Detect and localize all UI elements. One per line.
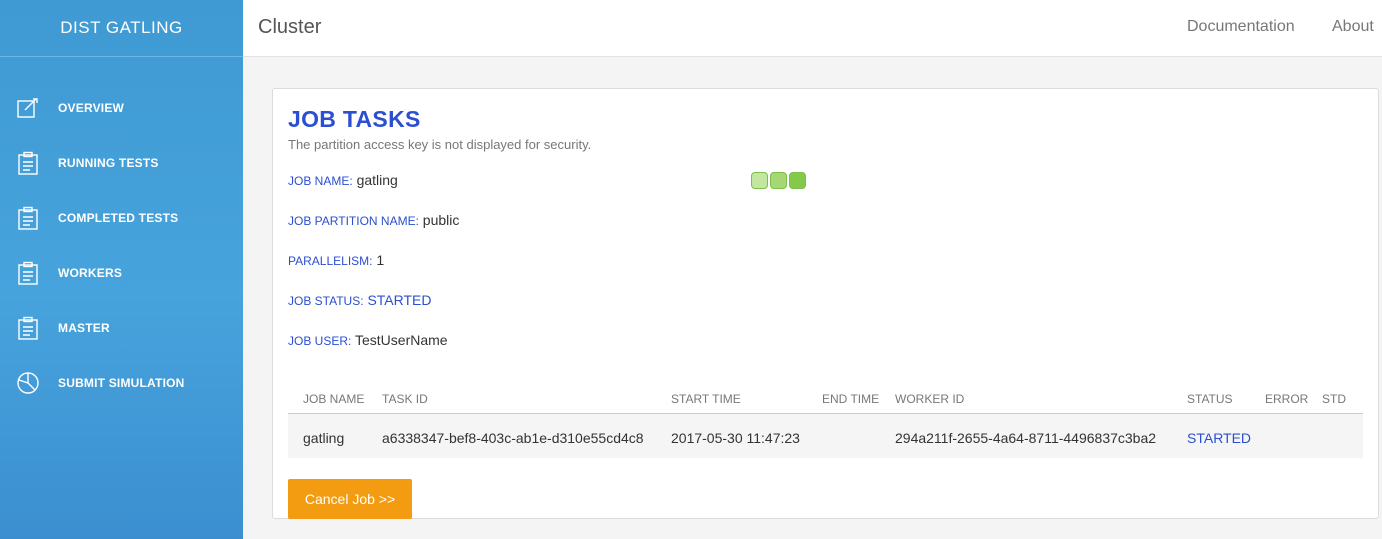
job-user-value: TestUserName bbox=[355, 332, 448, 348]
sidebar-item-label: RUNNING TESTS bbox=[58, 155, 159, 170]
status-dot bbox=[770, 172, 787, 189]
col-task-id: TASK ID bbox=[382, 392, 428, 406]
col-start-time: START TIME bbox=[671, 392, 741, 406]
sidebar-nav: OVERVIEW RUNNING TESTS COMPLETED TESTS W… bbox=[0, 57, 243, 410]
cancel-job-button[interactable]: Cancel Job >> bbox=[288, 479, 412, 519]
sidebar-item-overview[interactable]: OVERVIEW bbox=[0, 80, 243, 135]
cell-status: STARTED bbox=[1187, 430, 1252, 446]
job-status-label: JOB STATUS: bbox=[288, 294, 364, 308]
sidebar: DIST GATLING OVERVIEW RUNNING TESTS COMP… bbox=[0, 0, 243, 539]
col-status: STATUS bbox=[1187, 392, 1233, 406]
documentation-link[interactable]: Documentation bbox=[1187, 18, 1295, 36]
partition-label: JOB PARTITION NAME: bbox=[288, 214, 419, 228]
tasks-table: JOB NAME TASK ID START TIME END TIME WOR… bbox=[288, 379, 1363, 458]
job-name-value: gatling bbox=[356, 172, 398, 188]
cell-job-name: gatling bbox=[303, 430, 345, 446]
cell-worker-id: 294a211f-2655-4a64-8711-4496837c3ba2 bbox=[895, 430, 1157, 446]
sidebar-item-master[interactable]: MASTER bbox=[0, 300, 243, 355]
sidebar-item-label: WORKERS bbox=[58, 265, 123, 280]
col-error: ERROR bbox=[1265, 392, 1309, 406]
page-title: Cluster bbox=[258, 16, 322, 38]
job-user-field: JOB USER: TestUserName bbox=[288, 332, 448, 348]
brand-title[interactable]: DIST GATLING bbox=[0, 0, 243, 57]
job-name-label: JOB NAME: bbox=[288, 174, 353, 188]
pie-chart-icon bbox=[0, 371, 58, 395]
status-indicator bbox=[751, 172, 806, 189]
job-name-field: JOB NAME: gatling bbox=[288, 172, 398, 188]
card-title: JOB TASKS bbox=[288, 106, 421, 132]
top-header: Cluster Documentation About bbox=[243, 0, 1382, 57]
security-note: The partition access key is not displaye… bbox=[288, 137, 592, 152]
job-user-label: JOB USER: bbox=[288, 334, 352, 348]
sidebar-item-submit-simulation[interactable]: SUBMIT SIMULATION bbox=[0, 355, 243, 410]
parallelism-value: 1 bbox=[376, 252, 385, 268]
sidebar-item-label: SUBMIT SIMULATION bbox=[58, 375, 185, 390]
partition-field: JOB PARTITION NAME: public bbox=[288, 212, 459, 228]
clipboard-icon bbox=[0, 261, 58, 285]
table-header: JOB NAME TASK ID START TIME END TIME WOR… bbox=[288, 379, 1363, 414]
edit-icon bbox=[0, 96, 58, 120]
cell-start-time: 2017-05-30 11:47:23 bbox=[671, 430, 800, 446]
sidebar-item-label: MASTER bbox=[58, 320, 110, 335]
table-row[interactable]: gatling a6338347-bef8-403c-ab1e-d310e55c… bbox=[288, 414, 1363, 458]
status-dot bbox=[751, 172, 768, 189]
parallelism-field: PARALLELISM: 1 bbox=[288, 252, 384, 268]
sidebar-item-label: COMPLETED TESTS bbox=[58, 210, 179, 225]
parallelism-label: PARALLELISM: bbox=[288, 254, 373, 268]
clipboard-icon bbox=[0, 316, 58, 340]
clipboard-icon bbox=[0, 151, 58, 175]
sidebar-item-workers[interactable]: WORKERS bbox=[0, 245, 243, 300]
partition-value: public bbox=[422, 212, 460, 228]
about-link[interactable]: About bbox=[1332, 18, 1374, 36]
status-dot bbox=[789, 172, 806, 189]
col-worker-id: WORKER ID bbox=[895, 392, 965, 406]
job-status-field: JOB STATUS: STARTED bbox=[288, 292, 432, 308]
sidebar-item-label: OVERVIEW bbox=[58, 100, 125, 115]
clipboard-icon bbox=[0, 206, 58, 230]
col-end-time: END TIME bbox=[822, 392, 880, 406]
col-std: STD bbox=[1322, 392, 1346, 406]
job-status-value: STARTED bbox=[367, 292, 432, 308]
col-job-name: JOB NAME bbox=[303, 392, 365, 406]
job-tasks-card: JOB TASKS The partition access key is no… bbox=[272, 88, 1379, 519]
cell-task-id: a6338347-bef8-403c-ab1e-d310e55cd4c8 bbox=[382, 430, 644, 446]
sidebar-item-running-tests[interactable]: RUNNING TESTS bbox=[0, 135, 243, 190]
sidebar-item-completed-tests[interactable]: COMPLETED TESTS bbox=[0, 190, 243, 245]
